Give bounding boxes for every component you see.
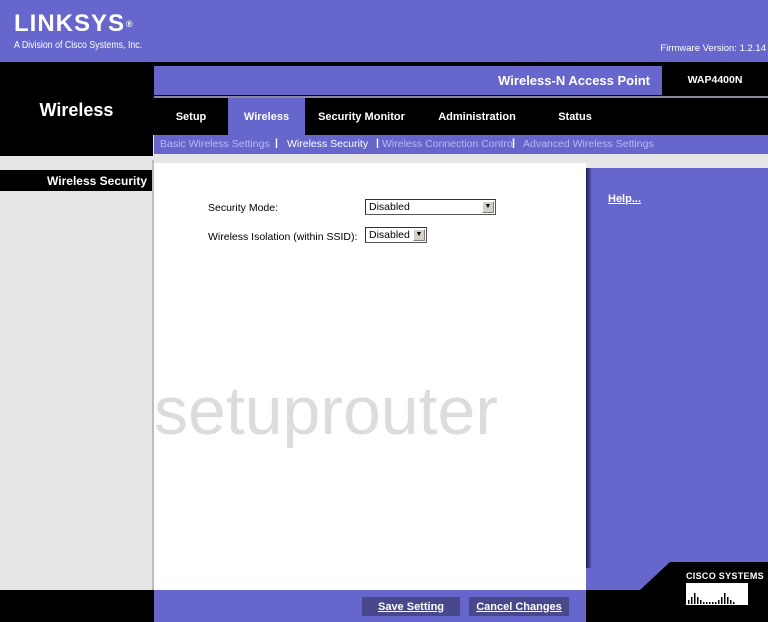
section-title: Wireless [39, 100, 114, 120]
security-mode-select[interactable]: Disabled ▼ [365, 199, 496, 215]
subnav-separator: | [376, 137, 379, 149]
subnav-advanced-wireless-settings[interactable]: Advanced Wireless Settings [523, 138, 654, 150]
left-section-header: Wireless Security [0, 170, 153, 191]
model-box: WAP4400N [662, 66, 768, 95]
subnav-wireless-connection-control[interactable]: Wireless Connection Control [382, 138, 515, 150]
brand-name: LINKSYS [14, 10, 126, 37]
tab-security-monitor[interactable]: Security Monitor [305, 98, 418, 135]
help-link[interactable]: Help... [608, 193, 641, 205]
subnav-bar: Basic Wireless Settings | Wireless Secur… [154, 135, 768, 154]
footer-left [0, 590, 154, 622]
tab-wireless[interactable]: Wireless [228, 98, 305, 135]
wireless-isolation-label: Wireless Isolation (within SSID): [208, 231, 358, 243]
cisco-systems-text: CISCO SYSTEMS [686, 571, 764, 581]
section-title-box: Wireless [0, 62, 153, 156]
linksys-logo: LINKSYS® [14, 12, 134, 36]
product-bar: Wireless-N Access Point [154, 66, 662, 95]
wireless-isolation-select[interactable]: Disabled ▼ [365, 227, 427, 243]
security-mode-value: Disabled [369, 201, 410, 213]
chevron-down-icon: ▼ [413, 229, 425, 241]
help-panel-shadow [586, 168, 592, 568]
cisco-bridge-icon [686, 583, 748, 605]
watermark: setuprouter [154, 373, 498, 449]
tab-administration[interactable]: Administration [418, 98, 536, 135]
brand-subtitle: A Division of Cisco Systems, Inc. [14, 40, 143, 51]
help-panel [586, 168, 768, 590]
subnav-separator: | [275, 137, 278, 149]
tab-setup[interactable]: Setup [154, 98, 228, 135]
subnav-basic-wireless-settings[interactable]: Basic Wireless Settings [160, 138, 270, 150]
tab-status[interactable]: Status [536, 98, 614, 135]
firmware-version: Firmware Version: 1.2.14 [660, 43, 766, 54]
security-mode-label: Security Mode: [208, 202, 279, 214]
wireless-isolation-value: Disabled [369, 229, 410, 241]
left-section-title: Wireless Security [47, 174, 147, 188]
subnav-wireless-security[interactable]: Wireless Security [287, 138, 368, 150]
registered-mark: ® [126, 19, 134, 29]
product-name: Wireless-N Access Point [498, 73, 650, 88]
subnav-separator: | [512, 137, 515, 149]
model-name: WAP4400N [687, 74, 743, 86]
save-setting-button[interactable]: Save Setting [362, 597, 460, 616]
cancel-changes-button[interactable]: Cancel Changes [469, 597, 569, 616]
chevron-down-icon: ▼ [482, 201, 494, 213]
